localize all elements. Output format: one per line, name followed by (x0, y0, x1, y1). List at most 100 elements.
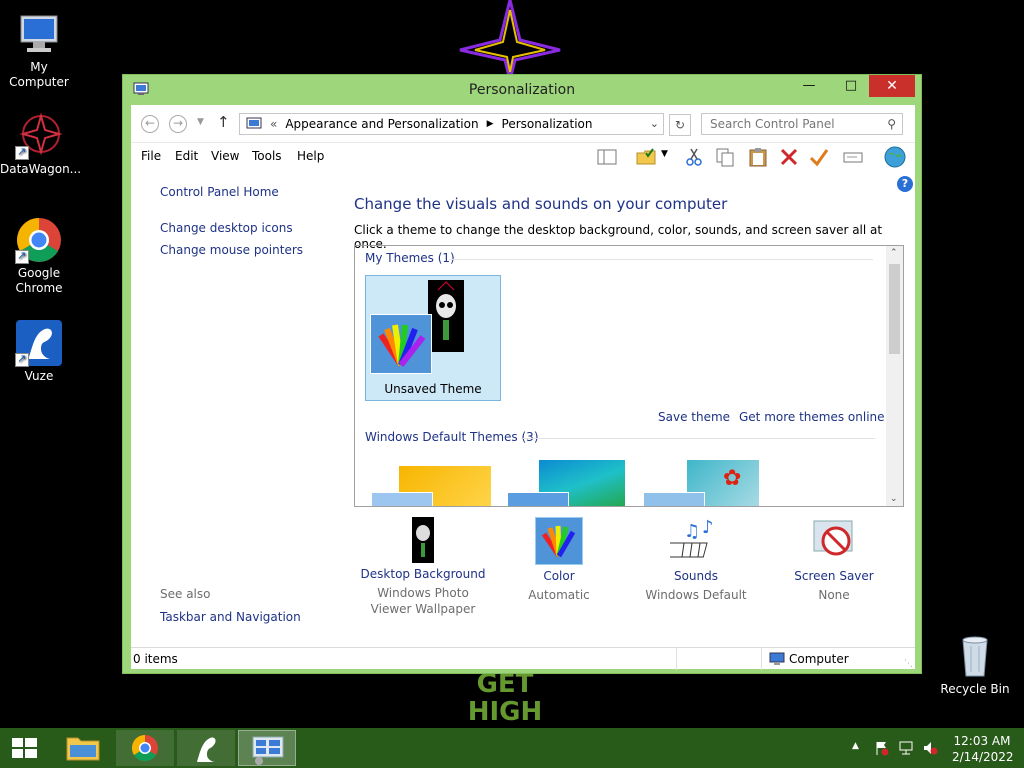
desktop-icon-vuze[interactable]: Vuze (0, 319, 78, 384)
taskbar-vuze[interactable] (177, 730, 235, 766)
address-box[interactable]: « Appearance and Personalization ▶ Perso… (239, 113, 664, 135)
action-center-flag-icon[interactable] (874, 740, 890, 756)
shortcut-arrow-icon (15, 248, 29, 264)
preview-pane-icon[interactable] (597, 147, 617, 167)
my-themes-header: My Themes (1) (365, 251, 455, 265)
sounds-label[interactable]: Sounds (626, 569, 766, 583)
breadcrumb-appearance[interactable]: Appearance and Personalization (285, 114, 478, 134)
taskbar-navigation-link[interactable]: Taskbar and Navigation (160, 610, 301, 624)
search-placeholder: Search Control Panel (710, 117, 835, 131)
address-overflow[interactable]: « (270, 114, 277, 134)
network-icon[interactable] (898, 740, 914, 756)
search-input[interactable]: Search Control Panel ⚲ (701, 113, 903, 135)
desktop-background-icon (412, 517, 434, 563)
back-button[interactable]: ← (141, 115, 159, 133)
screen-saver-option[interactable]: Screen Saver None (764, 517, 904, 603)
close-button[interactable]: ✕ (869, 75, 915, 97)
cut-icon[interactable] (684, 147, 704, 167)
maximize-button[interactable]: □ (837, 75, 865, 97)
default-theme-windows[interactable] (371, 466, 491, 506)
menu-view[interactable]: View (211, 149, 239, 163)
search-icon: ⚲ (887, 117, 896, 131)
address-dropdown-icon[interactable]: ⌄ (650, 114, 659, 134)
paste-icon[interactable] (748, 147, 768, 167)
title-bar[interactable]: Personalization — □ ✕ (123, 75, 921, 105)
desktop-icon-chrome[interactable]: Google Chrome (0, 216, 78, 296)
color-option[interactable]: Color Automatic (489, 517, 629, 603)
change-desktop-icons-link[interactable]: Change desktop icons (160, 221, 340, 235)
views-dropdown-icon[interactable]: ▼ (661, 149, 668, 159)
control-panel-icon (252, 736, 284, 765)
start-button[interactable] (0, 730, 50, 766)
window-client: ← → ▼ ↑ « Appearance and Personalization… (131, 105, 915, 670)
save-theme-link[interactable]: Save theme (658, 410, 730, 424)
page-title: Change the visuals and sounds on your co… (354, 195, 728, 213)
screen-saver-icon (810, 517, 858, 565)
help-icon[interactable]: ? (897, 176, 913, 192)
desktop-icon-datawagon[interactable]: DataWagon... (0, 112, 81, 177)
menu-help[interactable]: Help (297, 149, 324, 163)
copy-icon[interactable] (715, 147, 735, 167)
computer-icon (769, 652, 785, 665)
system-clock[interactable]: 12:03 AM 2/14/2022 (952, 733, 1014, 765)
folder-icon (66, 737, 100, 761)
sounds-icon: ♫ ♪ (662, 517, 722, 565)
desktop-background-value: Windows Photo Viewer Wallpaper (370, 586, 476, 616)
minimize-button[interactable]: — (795, 75, 823, 97)
desktop-background-option[interactable]: Desktop Background Windows Photo Viewer … (353, 517, 493, 617)
themes-scrollbar[interactable]: ⌃ ⌄ (886, 246, 903, 506)
taskbar: ▲ 12:03 AM 2/14/2022 (0, 728, 1024, 768)
chrome-icon (15, 216, 63, 264)
vuze-icon (197, 737, 216, 762)
menu-edit[interactable]: Edit (175, 149, 198, 163)
refresh-button[interactable]: ↻ (669, 114, 691, 136)
scrollbar-thumb[interactable] (889, 264, 900, 354)
status-item-count: 0 items (133, 652, 178, 666)
section-divider (449, 259, 873, 260)
address-bar-row: ← → ▼ ↑ « Appearance and Personalization… (131, 105, 915, 143)
status-location: Computer (789, 652, 849, 666)
up-button[interactable]: ↑ (217, 113, 230, 131)
change-mouse-pointers-link[interactable]: Change mouse pointers (160, 243, 340, 257)
shortcut-arrow-icon (15, 351, 29, 367)
default-theme-lines-colors[interactable] (507, 460, 627, 506)
breadcrumb-personalization[interactable]: Personalization (502, 114, 593, 134)
recent-pages-dropdown[interactable]: ▼ (197, 117, 204, 127)
desktop-icon-label: My Computer (9, 60, 69, 89)
menu-file[interactable]: File (141, 149, 161, 163)
datawagon-icon (15, 112, 63, 160)
taskbar-file-explorer[interactable] (54, 730, 112, 766)
unsaved-theme-tile[interactable]: Unsaved Theme (365, 275, 501, 401)
color-label[interactable]: Color (489, 569, 629, 583)
volume-muted-icon[interactable] (922, 740, 938, 756)
screen-saver-label[interactable]: Screen Saver (764, 569, 904, 583)
desktop-icon-my-computer[interactable]: My Computer (0, 10, 78, 90)
sounds-option[interactable]: ♫ ♪ Sounds Windows Default (626, 517, 766, 603)
taskbar-chrome[interactable] (116, 730, 174, 766)
rename-icon[interactable] (843, 147, 863, 167)
recycle-bin-icon (951, 632, 999, 680)
scroll-down-icon[interactable]: ⌄ (890, 494, 898, 504)
folder-check-icon[interactable] (636, 147, 656, 167)
globe-icon[interactable] (883, 145, 907, 169)
desktop-icon-recycle-bin[interactable]: Recycle Bin (936, 632, 1014, 697)
taskbar-personalization[interactable] (238, 730, 296, 766)
default-theme-flowers[interactable]: ✿ (643, 460, 763, 506)
forward-button[interactable]: → (169, 115, 187, 133)
show-hidden-icons-button[interactable]: ▲ (852, 741, 859, 751)
desktop-background-label[interactable]: Desktop Background (353, 567, 493, 581)
wallpaper-text: GET HIGH (467, 669, 543, 727)
resize-grip-icon[interactable]: ⋱ (904, 659, 913, 669)
color-value: Automatic (528, 588, 590, 602)
section-divider (523, 438, 875, 439)
properties-check-icon[interactable] (809, 147, 829, 167)
control-panel-home-link[interactable]: Control Panel Home (160, 185, 340, 199)
delete-icon[interactable] (779, 147, 799, 167)
default-themes-header: Windows Default Themes (3) (365, 430, 539, 444)
wallpaper-star-graphic (459, 0, 561, 80)
menu-tools[interactable]: Tools (252, 149, 282, 163)
vuze-icon (15, 319, 63, 367)
get-more-themes-link[interactable]: Get more themes online (739, 410, 885, 424)
wallpaper-thumbnail (428, 280, 464, 352)
scroll-up-icon[interactable]: ⌃ (890, 248, 898, 258)
